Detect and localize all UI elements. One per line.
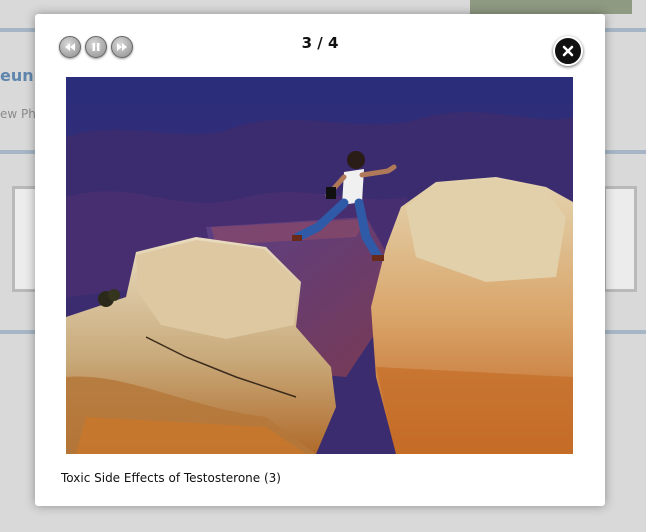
close-button[interactable] <box>553 36 583 66</box>
background-heading: euni <box>0 66 40 85</box>
background-header-image <box>470 0 632 14</box>
lightbox-dialog: 3 / 4 Toxic Side Effects of Testosterone… <box>35 14 605 506</box>
close-icon <box>562 45 574 57</box>
background-thumbnail <box>603 186 637 292</box>
image-counter: 3 / 4 <box>301 34 339 52</box>
lightbox-image <box>66 77 573 454</box>
image-caption: Toxic Side Effects of Testosterone (3) <box>61 471 281 485</box>
background-subtext: ew Ph <box>0 107 36 121</box>
